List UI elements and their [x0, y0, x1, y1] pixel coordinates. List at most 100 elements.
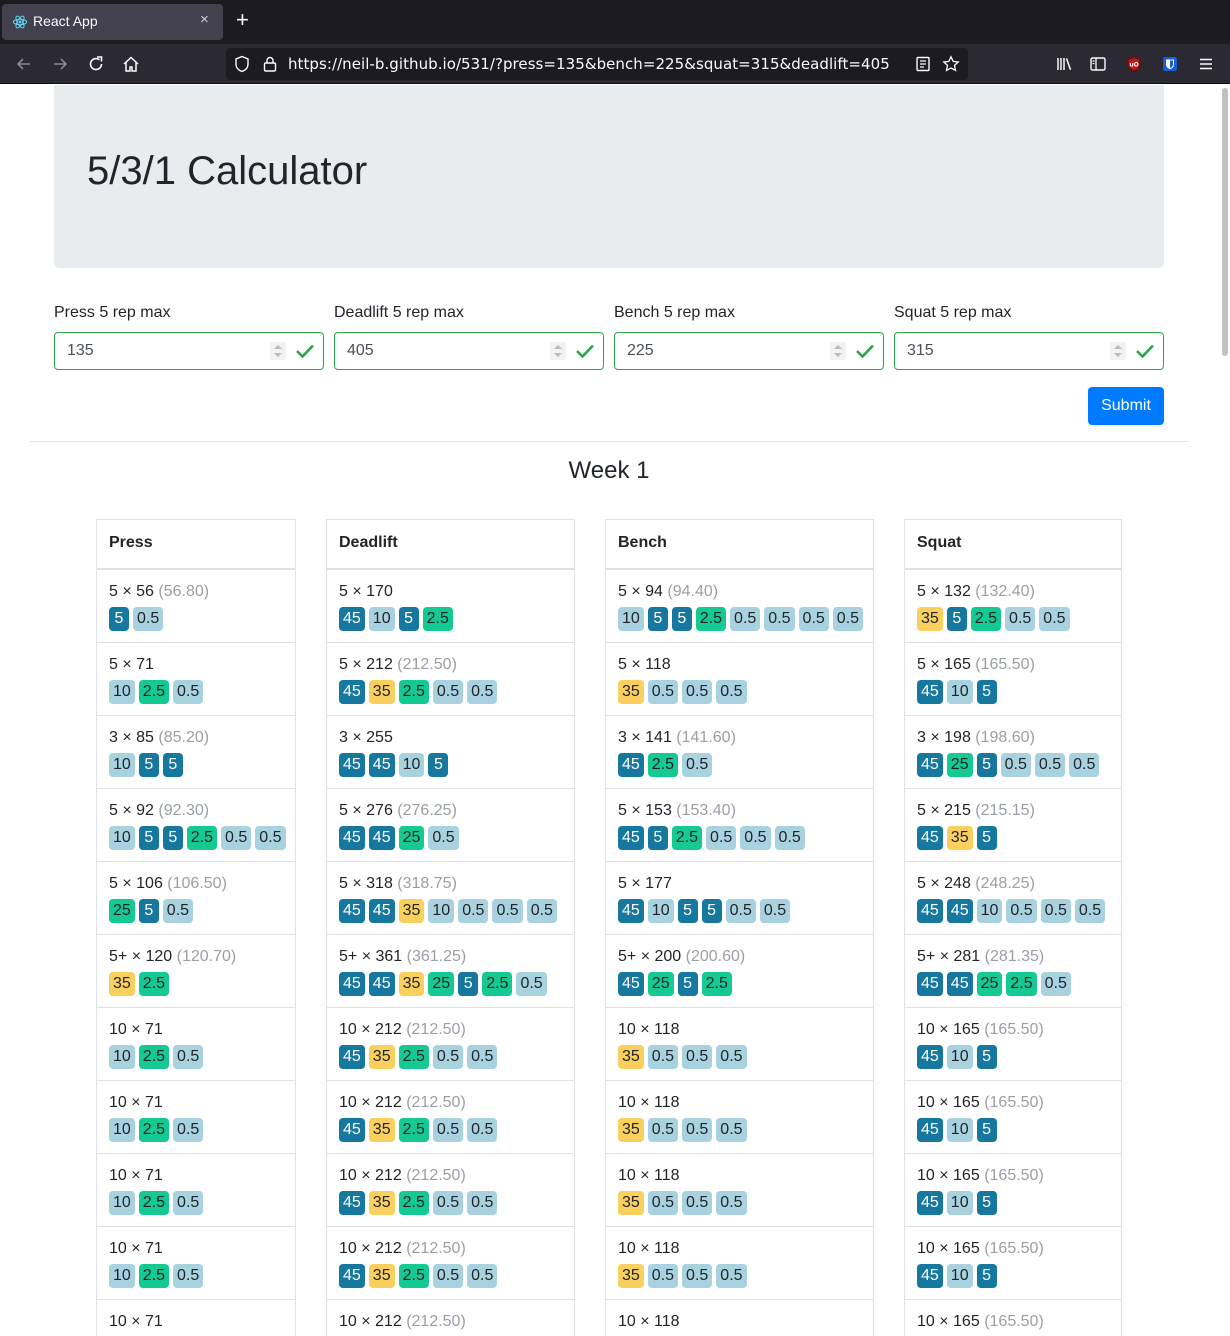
svg-text:uO: uO: [1129, 62, 1138, 69]
times-sign: ×: [356, 1313, 376, 1330]
plate-badge: 10: [109, 753, 135, 777]
set-row: 10 × 71 10 2.5 0.5: [97, 1008, 295, 1081]
set-row: 5 × 318 (318.75) 45 45 35 10 0.5 0.5 0.5: [327, 862, 574, 935]
plate-badge: 35: [618, 680, 644, 704]
set-weight: 165: [944, 656, 971, 673]
times-sign: ×: [626, 656, 646, 673]
lock-icon[interactable]: [261, 55, 279, 73]
home-button[interactable]: [119, 52, 143, 76]
plate-badge: 2.5: [422, 607, 453, 631]
app-menu-button[interactable]: [1194, 52, 1218, 76]
reader-view-icon[interactable]: [914, 55, 932, 73]
set-exact-weight: (106.50): [167, 875, 227, 892]
plate-badge: 5: [138, 899, 159, 923]
plate-list: 45 45 10 0.5 0.5 0.5: [917, 899, 1121, 923]
set-row: 10 × 165 (165.50): [905, 1300, 1121, 1336]
number-spinner-icon[interactable]: [830, 342, 846, 360]
bookmark-star-icon[interactable]: [942, 55, 960, 73]
set-row: 5 × 248 (248.25) 45 45 10 0.5 0.5 0.5: [905, 862, 1121, 935]
set-weight: 94: [645, 583, 663, 600]
set-weight: 212: [366, 656, 393, 673]
plate-list: 10 2.5 0.5: [109, 1045, 295, 1069]
browser-tab[interactable]: React App ×: [2, 4, 223, 40]
plate-badge: 5: [162, 753, 183, 777]
back-button[interactable]: [12, 52, 36, 76]
set-row: 10 × 71 10 2.5 0.5: [97, 1081, 295, 1154]
set-exact-weight: (281.35): [984, 948, 1045, 965]
address-bar[interactable]: https://neil-b.github.io/531/?press=135&…: [226, 48, 968, 80]
set-weight: 118: [645, 656, 671, 673]
times-sign: ×: [117, 583, 137, 600]
set-reps: 5: [339, 802, 348, 819]
plate-badge: 5: [677, 899, 698, 923]
set-exact-weight: (212.50): [397, 656, 457, 673]
plate-badge: 45: [339, 972, 365, 996]
times-sign: ×: [357, 948, 376, 965]
number-spinner-icon[interactable]: [270, 342, 286, 360]
plate-badge: 0.5: [682, 680, 713, 704]
set-exact-weight: (248.25): [975, 875, 1035, 892]
plate-badge: 0.5: [716, 680, 747, 704]
set-row: 5 × 106 (106.50) 25 5 0.5: [97, 862, 295, 935]
forward-button[interactable]: [48, 52, 72, 76]
set-prescription: 5 × 94 (94.40): [618, 583, 873, 607]
set-row: 5 × 276 (276.25) 45 45 25 0.5: [327, 789, 574, 862]
plate-badge: 45: [917, 899, 943, 923]
set-reps: 10: [618, 1094, 636, 1111]
shield-icon[interactable]: [233, 55, 251, 73]
plate-badge: 25: [946, 753, 973, 777]
plate-badge: 45: [339, 1118, 365, 1142]
times-sign: ×: [126, 1021, 146, 1038]
times-sign: ×: [626, 729, 646, 746]
new-tab-button[interactable]: +: [236, 8, 249, 32]
submit-button[interactable]: Submit: [1088, 387, 1164, 425]
plate-list: 25 5 0.5: [109, 899, 295, 923]
sidebar-icon: [1090, 57, 1106, 71]
set-row: 10 × 165 (165.50) 45 10 5: [905, 1154, 1121, 1227]
plate-badge: 2.5: [647, 753, 679, 777]
plate-badge: 2.5: [398, 1264, 429, 1288]
set-row: 10 × 118 35 0.5 0.5 0.5: [606, 1008, 873, 1081]
plate-list: 45 35 2.5 0.5 0.5: [339, 680, 574, 704]
ublock-extension-button[interactable]: uO: [1122, 52, 1146, 76]
set-exact-weight: (200.60): [685, 948, 746, 965]
deadlift-max-input[interactable]: 405: [334, 332, 604, 370]
plate-badge: 10: [368, 607, 395, 631]
set-weight: 170: [366, 583, 393, 600]
plate-badge: 0.5: [716, 1264, 747, 1288]
plate-list: 35 0.5 0.5 0.5: [618, 680, 873, 704]
squat-max-input[interactable]: 315: [894, 332, 1164, 370]
plate-list: 10 2.5 0.5: [109, 1118, 295, 1142]
checkmark-icon: [1136, 344, 1154, 359]
set-weight: 118: [654, 1313, 680, 1330]
page-scrollbar[interactable]: [1222, 88, 1228, 356]
lift-table-header: Bench: [606, 520, 873, 570]
plate-list: 45 45 10 5: [339, 753, 574, 777]
times-sign: ×: [935, 948, 954, 965]
reload-button[interactable]: [84, 52, 108, 76]
number-spinner-icon[interactable]: [550, 342, 566, 360]
set-reps: 10: [917, 1094, 935, 1111]
plate-badge: 0.5: [730, 607, 761, 631]
plate-badge: 45: [368, 826, 395, 850]
tab-close-icon[interactable]: ×: [200, 11, 209, 28]
set-weight: 198: [944, 729, 971, 746]
bitwarden-extension-button[interactable]: [1158, 52, 1182, 76]
sidebar-button[interactable]: [1086, 52, 1110, 76]
plate-badge: 0.5: [432, 1191, 464, 1215]
times-sign: ×: [356, 1240, 376, 1257]
times-sign: ×: [635, 1094, 655, 1111]
set-row: 3 × 198 (198.60) 45 25 5 0.5 0.5 0.5: [905, 716, 1121, 789]
number-spinner-icon[interactable]: [1110, 342, 1126, 360]
bench-max-input[interactable]: 225: [614, 332, 884, 370]
reload-icon: [89, 56, 103, 71]
press-max-input[interactable]: 135: [54, 332, 324, 370]
set-prescription: 10 × 165 (165.50): [917, 1021, 1121, 1045]
url-text[interactable]: https://neil-b.github.io/531/?press=135&…: [288, 55, 890, 73]
plate-badge: 35: [618, 1118, 644, 1142]
set-prescription: 5 × 318 (318.75): [339, 875, 574, 899]
library-button[interactable]: [1052, 52, 1076, 76]
set-row: 10 × 118 35 0.5 0.5 0.5: [606, 1154, 873, 1227]
set-reps: 5: [339, 583, 348, 600]
set-reps: 5: [917, 656, 926, 673]
